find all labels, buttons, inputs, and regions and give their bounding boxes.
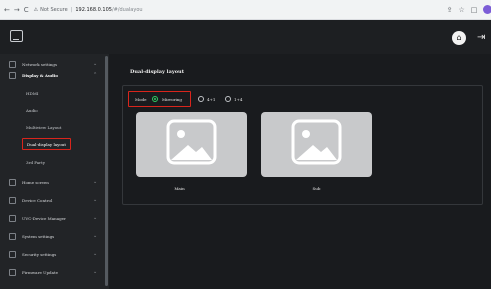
chevron-down-icon: ⌄ [93, 197, 98, 203]
sidebar-item-label: Display & Audio [22, 72, 58, 78]
share-icon[interactable]: ⇪ [447, 6, 453, 14]
security-label: Not Secure [40, 6, 68, 13]
profile-avatar[interactable] [483, 5, 491, 14]
sidebar-item-home-screen[interactable]: Home screen ⌄ [0, 174, 104, 190]
sidebar-subitem-multiview-layout[interactable]: Multiview Layout [26, 121, 61, 133]
home-icon[interactable]: ⌂ [452, 31, 466, 45]
image-placeholder-icon [166, 119, 217, 165]
shield-icon [9, 250, 16, 258]
image-placeholder-icon [291, 119, 342, 165]
sidebar-item-system-settings[interactable]: System settings ⌄ [0, 228, 104, 244]
radio-1-plus-4[interactable] [225, 96, 231, 102]
uvc-icon [9, 214, 16, 222]
radio-4-plus-1[interactable] [198, 96, 204, 102]
logout-icon[interactable]: ⇥ [477, 31, 491, 45]
sidebar-subitem-audio[interactable]: Audio [26, 104, 38, 116]
sidebar-item-label: Home screen [22, 179, 49, 185]
sidebar-item-label: System settings [22, 233, 55, 239]
sidebar-item-device-control[interactable]: Device Control ⌄ [0, 192, 104, 208]
split-view-icon[interactable]: □ [471, 6, 478, 14]
sidebar-item-display-audio[interactable]: Display & Audio ⌃ [0, 67, 104, 83]
main-display-card[interactable] [136, 112, 247, 177]
url-separator: | [70, 6, 73, 13]
browser-toolbar: ← → C ⚠ Not Secure | 192.168.0.105 /#/du… [0, 0, 491, 20]
sidebar-scrollbar[interactable] [105, 56, 108, 286]
sidebar-item-security-settings[interactable]: Security settings ⌄ [0, 246, 104, 262]
back-icon[interactable]: ← [4, 5, 10, 15]
display-icon [9, 71, 16, 79]
main-display-label: Main [174, 186, 185, 191]
sidebar-subitem-label: Audio [26, 107, 38, 113]
sidebar-subitem-label: 3rd Party [26, 159, 45, 165]
sidebar-item-label: UVC-Device Manager [22, 215, 66, 221]
radio-label-mirroring[interactable]: Mirroring [162, 97, 182, 102]
sidebar-item-uvc-device-manager[interactable]: UVC-Device Manager ⌄ [0, 210, 104, 226]
radio-label-4-plus-1[interactable]: 4+1 [207, 97, 215, 102]
firmware-icon [9, 268, 16, 276]
sidebar-subitem-hdmi[interactable]: HDMI [26, 87, 38, 99]
radio-label-1-plus-4[interactable]: 1+4 [234, 97, 242, 102]
sidebar-item-label: Firmware Update [22, 269, 58, 275]
system-icon [9, 232, 16, 240]
sub-display-card[interactable] [261, 112, 372, 177]
chevron-down-icon: ⌄ [93, 215, 98, 221]
sidebar-item-label: Security settings [22, 251, 57, 257]
sidebar-subitem-3rd-party[interactable]: 3rd Party [26, 156, 45, 168]
app-header: ⌂ ⇥ [0, 20, 491, 54]
address-bar[interactable]: ⚠ Not Secure | 192.168.0.105 /#/dualayou [34, 4, 419, 16]
chevron-down-icon: ⌄ [93, 179, 98, 185]
sidebar-subitem-dual-display-layout[interactable]: Dual-display layout [22, 138, 71, 150]
sidebar-item-label: Device Control [22, 197, 53, 203]
mode-label: Mode [135, 97, 147, 102]
radio-mirroring[interactable] [152, 96, 158, 102]
url-host: 192.168.0.105 [75, 6, 112, 13]
url-path: /#/dualayou [111, 6, 143, 13]
forward-icon[interactable]: → [14, 5, 20, 15]
chevron-up-icon: ⌃ [93, 72, 98, 78]
browser-actions: ⇪ ☆ □ [447, 5, 491, 14]
sub-display-label: Sub [312, 186, 321, 191]
sidebar-subitem-label: Multiview Layout [26, 124, 62, 130]
reload-icon[interactable]: C [24, 5, 29, 15]
sidebar-subitem-label: Dual-display layout [27, 141, 66, 147]
page-title: Dual-display layout [130, 69, 185, 75]
chevron-down-icon: ⌄ [93, 233, 98, 239]
star-icon[interactable]: ☆ [459, 6, 465, 14]
sidebar-item-label: Network settings [22, 61, 58, 67]
app-logo-icon [10, 30, 23, 42]
home-screen-icon [9, 178, 16, 186]
sidebar-item-firmware-update[interactable]: Firmware Update ⌄ [0, 264, 104, 280]
device-control-icon [9, 196, 16, 204]
warning-icon: ⚠ [33, 6, 39, 13]
chevron-down-icon: ⌄ [93, 251, 98, 257]
chevron-down-icon: ⌄ [93, 269, 98, 275]
sidebar-subitem-label: HDMI [26, 90, 39, 96]
